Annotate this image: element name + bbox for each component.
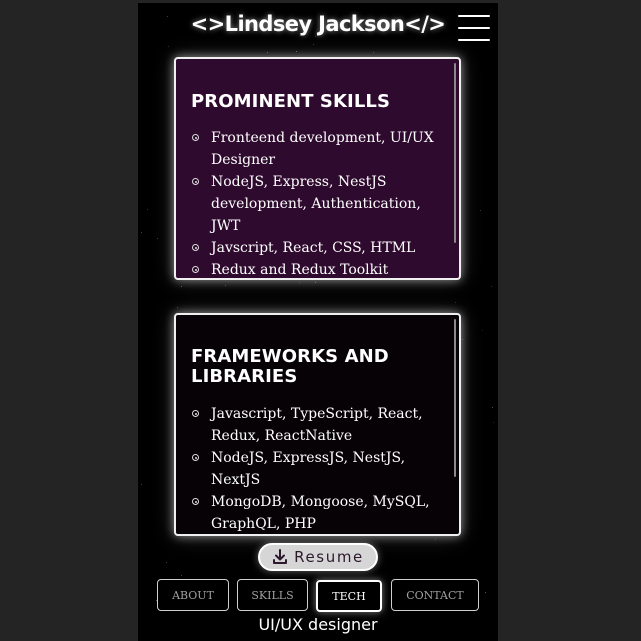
star-dot bbox=[462, 338, 464, 340]
star-dot bbox=[314, 36, 316, 38]
star-dot bbox=[156, 237, 158, 239]
star-dot bbox=[481, 330, 483, 332]
bullet-icon bbox=[192, 178, 199, 185]
app-screen: <>Lindsey Jackson</> PROMINENT SKILLS Fr… bbox=[138, 3, 498, 641]
frameworks-libraries-card[interactable]: FRAMEWORKS AND LIBRARIES Javascript, Typ… bbox=[174, 313, 461, 536]
list-item-text: Javascript, TypeScript, React, Redux, Re… bbox=[211, 406, 423, 444]
card-title: PROMINENT SKILLS bbox=[191, 91, 391, 112]
hamburger-menu-icon[interactable] bbox=[458, 15, 490, 41]
resume-button-label: Resume bbox=[294, 548, 364, 566]
menu-bar bbox=[458, 39, 490, 41]
list-item-text: MongoDB, Mongoose, MySQL, GraphQL, PHP bbox=[211, 494, 430, 532]
star-dot bbox=[479, 209, 481, 211]
nav-tech-button[interactable]: TECH bbox=[316, 580, 382, 612]
bullet-icon bbox=[192, 244, 199, 251]
star-dot bbox=[181, 574, 183, 576]
star-dot bbox=[490, 286, 492, 288]
card-scrollbar[interactable] bbox=[454, 319, 456, 477]
star-dot bbox=[225, 284, 227, 286]
star-dot bbox=[141, 483, 143, 485]
menu-bar bbox=[458, 27, 490, 29]
star-dot bbox=[181, 285, 183, 287]
list-item-text: NodeJS, ExpressJS, NestJS, NextJS bbox=[211, 450, 406, 488]
menu-bar bbox=[458, 15, 490, 17]
star-dot bbox=[373, 51, 375, 53]
nav-about-button[interactable]: ABOUT bbox=[157, 579, 229, 611]
star-dot bbox=[315, 282, 317, 284]
bullet-icon bbox=[192, 498, 199, 505]
nav-skills-button[interactable]: SKILLS bbox=[237, 579, 308, 611]
bullet-icon bbox=[192, 266, 199, 273]
star-dot bbox=[140, 231, 142, 233]
list-item: Javscript, React, CSS, HTML bbox=[190, 237, 440, 259]
skills-list: Fronteend development, UI/UX Designer No… bbox=[190, 127, 440, 278]
star-dot bbox=[266, 52, 268, 54]
list-item-text: NodeJS, Express, NestJS development, Aut… bbox=[211, 174, 421, 234]
star-dot bbox=[167, 46, 169, 48]
prominent-skills-card[interactable]: PROMINENT SKILLS Fronteend development, … bbox=[174, 57, 461, 280]
star-dot bbox=[492, 422, 494, 424]
star-dot bbox=[295, 50, 297, 52]
frameworks-list: Javascript, TypeScript, React, Redux, Re… bbox=[190, 403, 440, 534]
star-dot bbox=[435, 539, 437, 541]
star-dot bbox=[312, 43, 314, 45]
list-item: Redux and Redux Toolkit bbox=[190, 259, 440, 278]
card-title: FRAMEWORKS AND LIBRARIES bbox=[191, 346, 389, 387]
star-dot bbox=[166, 561, 168, 563]
star-dot bbox=[299, 282, 301, 284]
bullet-icon bbox=[192, 410, 199, 417]
list-item-text: Javscript, React, CSS, HTML bbox=[211, 240, 416, 256]
star-dot bbox=[492, 406, 494, 408]
list-item-text: Fronteend development, UI/UX Designer bbox=[211, 130, 434, 168]
download-icon bbox=[273, 549, 288, 564]
nav-contact-button[interactable]: CONTACT bbox=[391, 579, 479, 611]
bullet-icon bbox=[192, 454, 199, 461]
list-item: Fronteend development, UI/UX Designer bbox=[190, 127, 440, 171]
star-dot bbox=[177, 307, 179, 309]
site-title: <>Lindsey Jackson</> bbox=[190, 12, 446, 36]
list-item: Javascript, TypeScript, React, Redux, Re… bbox=[190, 403, 440, 447]
list-item-text: Redux and Redux Toolkit bbox=[211, 262, 389, 278]
resume-download-button[interactable]: Resume bbox=[258, 543, 378, 571]
star-dot bbox=[484, 592, 486, 594]
role-subtitle: UI/UX designer bbox=[258, 615, 378, 634]
list-item: NodeJS, ExpressJS, NestJS, NextJS bbox=[190, 447, 440, 491]
list-item: MongoDB, Mongoose, MySQL, GraphQL, PHP bbox=[190, 491, 440, 534]
star-dot bbox=[454, 302, 456, 304]
star-dot bbox=[146, 208, 148, 210]
list-item: NodeJS, Express, NestJS development, Aut… bbox=[190, 171, 440, 237]
bullet-icon bbox=[192, 134, 199, 141]
card-scrollbar[interactable] bbox=[454, 63, 456, 243]
